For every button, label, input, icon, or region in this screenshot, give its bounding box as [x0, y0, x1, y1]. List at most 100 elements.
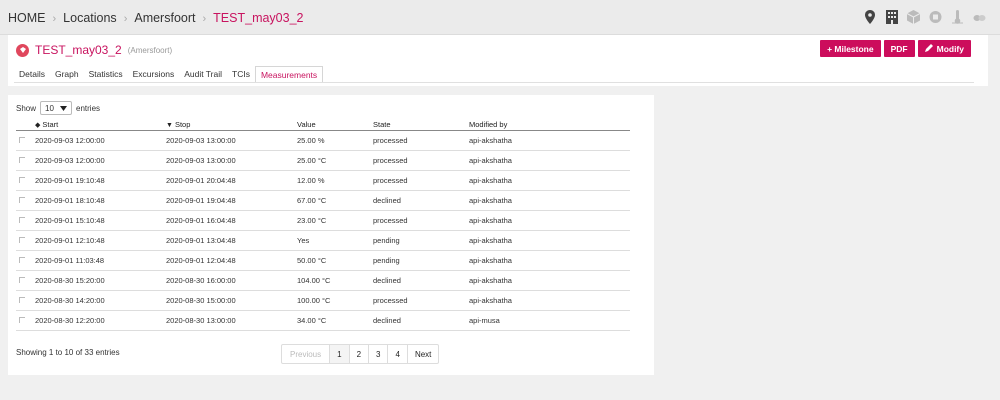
location-subtitle: (Amersfoort)	[127, 45, 173, 55]
table-row[interactable]: 2020-09-01 11:03:48 2020-09-01 12:04:48 …	[16, 250, 630, 271]
cell-start: 2020-09-03 12:00:00	[35, 150, 166, 171]
table-row[interactable]: 2020-09-01 19:10:48 2020-09-01 20:04:48 …	[16, 170, 630, 191]
cell-state: processed	[373, 170, 469, 191]
cell-state: pending	[373, 230, 469, 251]
modify-button[interactable]: Modify	[917, 40, 971, 57]
pills-icon[interactable]	[973, 9, 986, 24]
page-button-3[interactable]: 3	[369, 345, 389, 363]
location-icon	[16, 43, 29, 57]
cell-state: pending	[373, 250, 469, 271]
location-title-row: TEST_may03_2 (Amersfoort)	[16, 43, 172, 57]
show-label: Show	[16, 103, 37, 113]
sort-desc-icon: ▼	[166, 121, 173, 129]
cube-icon[interactable]	[907, 9, 920, 24]
cell-start: 2020-09-01 11:03:48	[35, 250, 166, 271]
tabs-divider	[14, 82, 974, 83]
row-checkbox[interactable]	[16, 190, 35, 211]
cell-modified-by: api-akshatha	[469, 270, 630, 291]
page-button-2[interactable]: 2	[350, 345, 370, 363]
table-row[interactable]: 2020-08-30 12:20:00 2020-08-30 13:00:00 …	[16, 310, 630, 331]
cell-modified-by: api-akshatha	[469, 210, 630, 231]
cell-stop: 2020-08-30 13:00:00	[166, 310, 297, 331]
tab-tcis[interactable]: TCIs	[227, 66, 255, 83]
cell-value: 104.00 °C	[297, 270, 373, 291]
table-row[interactable]: 2020-08-30 14:20:00 2020-08-30 15:00:00 …	[16, 290, 630, 311]
row-checkbox[interactable]	[16, 230, 35, 251]
cell-value: 12.00 %	[297, 170, 373, 191]
row-checkbox[interactable]	[16, 210, 35, 231]
table-row[interactable]: 2020-09-03 12:00:00 2020-09-03 13:00:00 …	[16, 130, 630, 151]
milestone-button[interactable]: + Milestone	[820, 40, 881, 57]
cell-value: 25.00 °C	[297, 150, 373, 171]
breadcrumb-city[interactable]: Amersfoort	[134, 11, 195, 25]
row-checkbox[interactable]	[16, 310, 35, 331]
breadcrumb-bar: HOME › Locations › Amersfoort › TEST_may03_2	[0, 0, 1000, 35]
breadcrumb-home[interactable]: HOME	[8, 11, 46, 25]
table-row[interactable]: 2020-09-03 12:00:00 2020-09-03 13:00:00 …	[16, 150, 630, 171]
tab-measurements[interactable]: Measurements	[254, 66, 324, 83]
table-row[interactable]: 2020-08-30 15:20:00 2020-08-30 16:00:00 …	[16, 270, 630, 291]
cell-start: 2020-08-30 12:20:00	[35, 310, 166, 331]
cell-state: declined	[373, 310, 469, 331]
cell-start: 2020-09-01 18:10:48	[35, 190, 166, 211]
tab-statistics[interactable]: Statistics	[84, 66, 128, 83]
column-header-state[interactable]: State	[373, 119, 469, 131]
breadcrumb-separator: ›	[202, 13, 207, 25]
tab-graph[interactable]: Graph	[50, 66, 84, 83]
cell-value: 67.00 °C	[297, 190, 373, 211]
cell-modified-by: api-akshatha	[469, 150, 630, 171]
cell-modified-by: api-akshatha	[469, 230, 630, 251]
pdf-button[interactable]: PDF	[883, 40, 915, 57]
cell-stop: 2020-09-03 13:00:00	[166, 130, 297, 151]
column-header-modified-by[interactable]: Modified by	[469, 119, 630, 131]
map-marker-icon[interactable]	[863, 9, 876, 24]
row-checkbox[interactable]	[16, 130, 35, 151]
breadcrumb-locations[interactable]: Locations	[63, 11, 117, 25]
page-length-value: 10	[45, 103, 54, 113]
measurements-table: ◆ Start ▼ Stop Value State Modified by 202…	[16, 119, 630, 331]
thermometer-icon[interactable]	[951, 9, 964, 24]
cell-state: processed	[373, 290, 469, 311]
tab-excursions[interactable]: Excursions	[128, 66, 180, 83]
table-row[interactable]: 2020-09-01 12:10:48 2020-09-01 13:04:48 …	[16, 230, 630, 251]
row-checkbox[interactable]	[16, 250, 35, 271]
table-row[interactable]: 2020-09-01 18:10:48 2020-09-01 19:04:48 …	[16, 190, 630, 211]
building-icon[interactable]	[885, 9, 898, 24]
next-page-button[interactable]: Next	[408, 345, 438, 363]
row-checkbox[interactable]	[16, 170, 35, 191]
cell-start: 2020-09-03 12:00:00	[35, 130, 166, 151]
column-header-stop[interactable]: ▼ Stop	[166, 119, 297, 131]
tab-details[interactable]: Details	[14, 66, 50, 83]
cell-start: 2020-08-30 14:20:00	[35, 290, 166, 311]
pagination: Previous 1 2 3 4 Next	[281, 344, 440, 364]
cell-stop: 2020-09-01 20:04:48	[166, 170, 297, 191]
cell-modified-by: api-musa	[469, 310, 630, 331]
cell-state: processed	[373, 210, 469, 231]
box-icon[interactable]	[929, 9, 942, 24]
tab-bar: Details Graph Statistics Excursions Audi…	[14, 66, 324, 83]
cell-value: Yes	[297, 230, 373, 251]
column-header-value[interactable]: Value	[297, 119, 373, 131]
page-length-select[interactable]: 10	[40, 101, 73, 115]
cell-start: 2020-08-30 15:20:00	[35, 270, 166, 291]
column-header-start[interactable]: ◆ Start	[35, 119, 166, 131]
cell-start: 2020-09-01 12:10:48	[35, 230, 166, 251]
cell-start: 2020-09-01 19:10:48	[35, 170, 166, 191]
table-row[interactable]: 2020-09-01 15:10:48 2020-09-01 16:04:48 …	[16, 210, 630, 231]
cell-state: processed	[373, 130, 469, 151]
row-checkbox[interactable]	[16, 150, 35, 171]
cell-modified-by: api-akshatha	[469, 250, 630, 271]
row-checkbox[interactable]	[16, 270, 35, 291]
top-icon-toolbar	[863, 9, 986, 24]
cell-modified-by: api-akshatha	[469, 290, 630, 311]
cell-stop: 2020-09-01 16:04:48	[166, 210, 297, 231]
tab-audit-trail[interactable]: Audit Trail	[179, 66, 227, 83]
page-button-1[interactable]: 1	[330, 345, 350, 363]
location-title: TEST_may03_2	[35, 43, 122, 57]
measurements-panel: Show 10 entries ◆ Start ▼ Stop Value State…	[8, 95, 654, 375]
entries-label: entries	[76, 103, 101, 113]
cell-value: 34.00 °C	[297, 310, 373, 331]
previous-page-button[interactable]: Previous	[282, 345, 331, 363]
page-button-4[interactable]: 4	[388, 345, 408, 363]
row-checkbox[interactable]	[16, 290, 35, 311]
